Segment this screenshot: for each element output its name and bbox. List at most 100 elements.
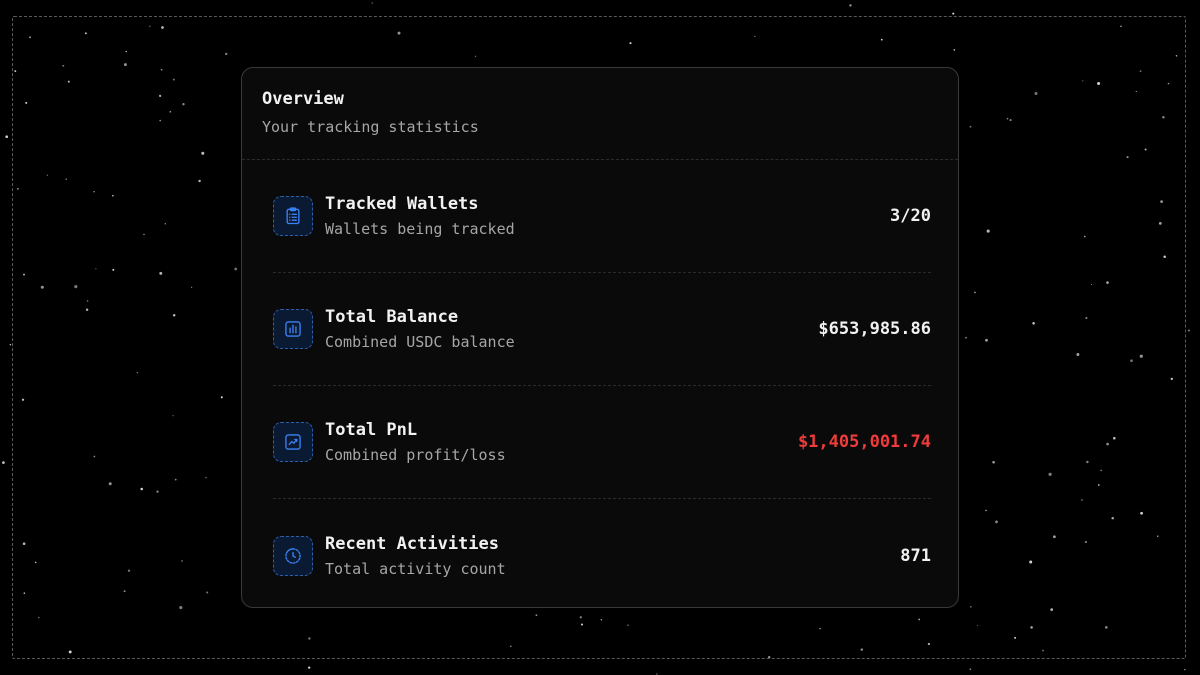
stat-value: $653,985.86 [818, 319, 931, 339]
speckle [95, 268, 97, 270]
stat-label: Tracked Wallets [325, 194, 479, 214]
speckle [1042, 649, 1044, 652]
speckle [977, 625, 979, 627]
speckle [1076, 353, 1080, 356]
speckle [23, 273, 25, 276]
speckle [1048, 472, 1052, 476]
speckle [234, 267, 238, 271]
speckle [768, 656, 771, 659]
stat-value: 871 [900, 545, 931, 566]
speckle [159, 119, 162, 122]
speckle [629, 42, 632, 45]
speckle [191, 286, 193, 288]
speckle [127, 569, 131, 572]
speckle [205, 476, 207, 479]
speckle [880, 38, 883, 41]
speckle [161, 26, 164, 29]
speckle [67, 80, 70, 83]
speckle [23, 592, 26, 594]
speckle [74, 285, 78, 289]
speckle [181, 560, 183, 562]
speckle [149, 25, 151, 27]
speckle [68, 650, 72, 654]
speckle [1112, 436, 1116, 440]
speckle [108, 482, 112, 486]
clipboard-list-icon [273, 196, 313, 236]
stat-row-tracked-wallets: Tracked Wallets Wallets being tracked 3/… [273, 160, 931, 273]
speckle [953, 49, 956, 51]
speckle [125, 50, 127, 53]
speckle [970, 606, 972, 608]
speckle [819, 627, 821, 630]
speckle [1030, 626, 1033, 629]
speckle [22, 542, 26, 546]
speckle [1158, 222, 1162, 225]
speckle [1130, 359, 1133, 363]
speckle [535, 614, 538, 617]
speckle [1104, 626, 1108, 629]
speckle [1006, 117, 1009, 120]
speckle [1081, 499, 1083, 501]
speckle [397, 31, 401, 35]
speckle [1050, 608, 1054, 611]
speckle [25, 101, 28, 104]
speckle [17, 187, 19, 190]
speckle [112, 194, 114, 197]
stat-row-total-balance: Total Balance Combined USDC balance $653… [273, 273, 931, 386]
speckle [46, 174, 49, 176]
speckle [918, 618, 921, 621]
stat-row-recent-activities: Recent Activities Total activity count 8… [273, 499, 931, 607]
speckle [1032, 322, 1035, 325]
speckle [1162, 115, 1165, 119]
speckle [220, 396, 223, 399]
speckle [986, 229, 990, 233]
speckle [579, 616, 582, 619]
speckle [969, 668, 972, 671]
speckle [1126, 156, 1129, 159]
stat-text: Tracked Wallets Wallets being tracked [325, 193, 890, 239]
speckle [995, 520, 998, 524]
speckle [1090, 283, 1093, 285]
speckle [1144, 148, 1147, 151]
speckle [2, 461, 5, 464]
speckle [93, 455, 96, 458]
speckle [14, 70, 17, 73]
speckle [754, 35, 756, 38]
stat-description: Combined USDC balance [325, 333, 515, 351]
speckle [172, 78, 175, 81]
overview-card: Overview Your tracking statistics Tracke… [241, 67, 959, 608]
speckle [159, 271, 163, 275]
speckle [1084, 540, 1088, 544]
speckle [1100, 469, 1102, 472]
stat-description: Wallets being tracked [325, 220, 515, 238]
speckle [38, 616, 40, 619]
speckle [225, 52, 228, 56]
speckle [580, 623, 584, 626]
stat-value: $1,405,001.74 [797, 432, 931, 452]
speckle [1175, 55, 1178, 57]
speckle [1167, 82, 1170, 85]
speckle [62, 64, 65, 67]
speckle [206, 591, 209, 594]
stat-label: Total Balance [325, 307, 459, 327]
speckle [182, 103, 185, 106]
speckle [123, 590, 126, 593]
speckle [156, 490, 159, 493]
speckle [1009, 119, 1012, 122]
speckle [93, 191, 95, 193]
speckle [140, 487, 143, 491]
speckle [371, 2, 373, 4]
trend-chart-icon [273, 422, 313, 462]
speckle [1111, 516, 1114, 520]
speckle [1160, 200, 1163, 203]
stat-value: 3/20 [890, 206, 931, 226]
stat-description: Total activity count [325, 559, 506, 578]
speckle [1139, 70, 1142, 72]
speckle [1139, 354, 1143, 358]
speckle [1085, 316, 1088, 320]
speckle [179, 606, 183, 610]
speckle [308, 666, 311, 669]
speckle [985, 509, 987, 512]
speckle [849, 4, 852, 7]
speckle [1170, 377, 1173, 381]
